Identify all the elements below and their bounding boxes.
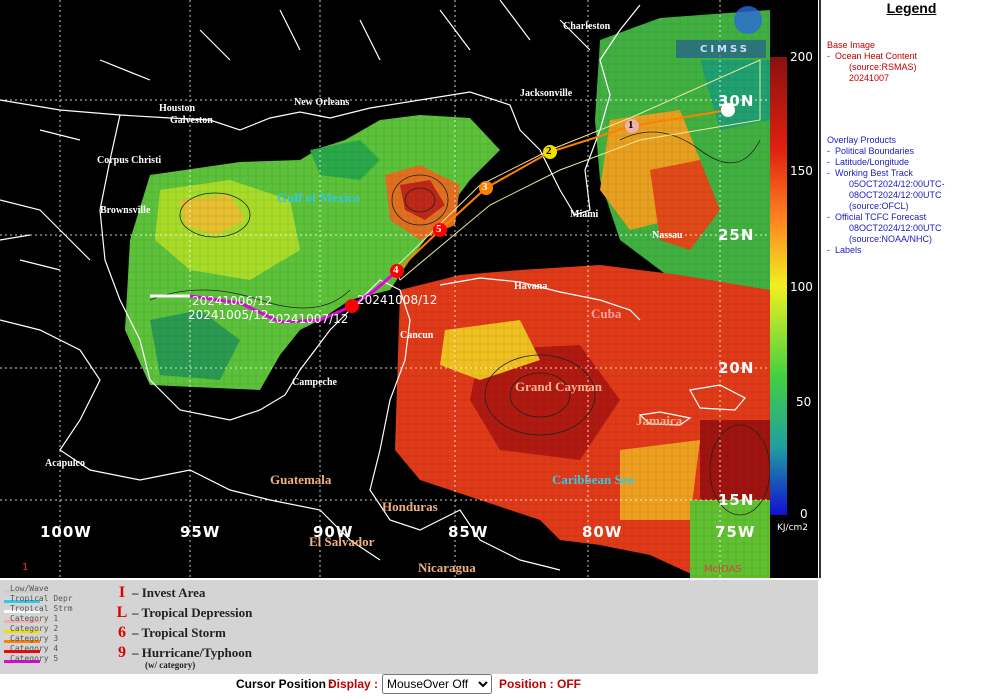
lon-95w: 95W	[180, 523, 221, 541]
display-label: Display :	[328, 677, 379, 691]
legend-overlay-heading: Overlay Products	[827, 135, 897, 145]
city-acapulco: Acapulco	[45, 458, 85, 469]
legend-forecast-item: Official TCFC Forecast	[835, 212, 927, 222]
region-grand-cayman: Grand Cayman	[515, 379, 603, 394]
city-nassau: Nassau	[652, 230, 683, 241]
legend-base-section: Base Image - Ocean Heat Content (source:…	[827, 40, 918, 83]
storm-icon: 6	[118, 624, 126, 641]
legend-forecast-time: 08OCT2024/12:00UTC	[849, 223, 942, 233]
lat-25n: 25N	[718, 226, 755, 244]
legend-panel: Legend Base Image - Ocean Heat Content (…	[819, 0, 1000, 578]
lat-15n: 15N	[718, 491, 755, 509]
forecast-point-1: 1	[628, 119, 634, 131]
legend-overlay-best-track: Working Best Track	[835, 168, 913, 178]
track-date-20241005: 20241005/12	[188, 308, 269, 322]
lon-100w: 100W	[40, 523, 92, 541]
city-galveston: Galveston	[170, 115, 213, 126]
city-new-orleans: New Orleans	[294, 97, 350, 108]
legend-overlay-latlon: Latitude/Longitude	[835, 157, 910, 167]
symbol-ts-label: – Tropical Storm	[132, 625, 226, 640]
track-label-cat4: Category 4	[10, 644, 59, 653]
lat-20n: 20N	[718, 359, 755, 377]
colorbar-unit: KJ/cm2	[777, 523, 809, 533]
forecast-point-5: 5	[436, 223, 442, 235]
city-cancun: Cancun	[400, 330, 434, 341]
city-havana: Havana	[514, 281, 548, 292]
city-corpus-christi: Corpus Christi	[97, 155, 162, 166]
map-graphics	[0, 0, 818, 578]
track-label-td: Tropical Depr	[10, 594, 73, 603]
legend-best-track-source: (source:OFCL)	[849, 201, 909, 211]
ohc-map[interactable]: 5 3 2 1 4 Charleston Houston Galveston N…	[0, 0, 818, 578]
symbol-invest: I – Invest Area	[112, 584, 206, 602]
legend-base-date: 20241007	[849, 73, 890, 83]
city-jacksonville: Jacksonville	[520, 88, 573, 99]
lon-85w: 85W	[448, 523, 489, 541]
region-cuba: Cuba	[591, 306, 622, 321]
city-campeche: Campeche	[292, 377, 337, 388]
lon-90w: 90W	[313, 523, 354, 541]
legend-best-track-range-end: 08OCT2024/12:00UTC	[849, 190, 942, 200]
track-label-ts: Tropical Strm	[10, 604, 73, 613]
symbol-invest-label: – Invest Area	[132, 585, 206, 600]
region-caribbean-sea: Caribbean Sea	[552, 472, 634, 487]
cimss-label: CIMSS	[700, 44, 750, 55]
symbol-note: (w/ category)	[145, 660, 196, 670]
symbol-td: L – Tropical Depression	[112, 604, 253, 622]
city-brownsville: Brownsville	[100, 205, 151, 216]
legend-base-item: Ocean Heat Content	[835, 51, 918, 61]
lon-75w: 75W	[715, 523, 756, 541]
legend-labels-item: Labels	[835, 245, 862, 255]
track-date-20241008: 20241008/12	[357, 293, 438, 307]
status-bar: Cursor Position : Display : MouseOver Of…	[0, 674, 1000, 698]
region-honduras: Honduras	[382, 499, 438, 514]
position-readout: Position : OFF	[499, 677, 581, 691]
city-houston: Houston	[159, 103, 196, 114]
region-jamaica: Jamaica	[636, 413, 683, 428]
track-label-low: Low/Wave	[10, 584, 49, 593]
display-mode-select[interactable]: MouseOver Off	[382, 674, 492, 694]
legend-best-track-range-start: 05OCT2024/12:00UTC-	[849, 179, 945, 189]
colorbar-tick-0: 0	[800, 507, 808, 521]
legend-base-heading: Base Image	[827, 40, 876, 50]
colorbar	[770, 57, 787, 515]
symbol-ts: 6 – Tropical Storm	[112, 624, 226, 642]
symbol-td-label: – Tropical Depression	[132, 605, 253, 620]
region-guatemala: Guatemala	[270, 472, 332, 487]
invest-icon: I	[118, 584, 126, 601]
symbol-hurricane-label: – Hurricane/Typhoon	[132, 645, 253, 660]
hurricane-icon: 9	[118, 644, 126, 661]
legend-overlay-boundaries: Political Boundaries	[835, 146, 915, 156]
lon-80w: 80W	[582, 523, 623, 541]
cursor-position-label: Cursor Position :	[236, 677, 334, 691]
region-gulf-of-mexico: Gulf of Mexico	[277, 190, 361, 205]
mcidas-label: McIDAS	[704, 564, 742, 575]
forecast-point-4: 4	[393, 264, 399, 276]
city-charleston: Charleston	[563, 21, 611, 32]
colorbar-tick-150: 150	[790, 164, 813, 178]
track-legend-panel: Low/Wave Tropical Depr Tropical Strm Cat…	[0, 580, 818, 674]
track-label-cat5: Category 5	[10, 654, 59, 663]
legend-forecast-source: (source:NOAA/NHC)	[849, 234, 933, 244]
depression-icon: L	[116, 604, 128, 621]
region-nicaragua: Nicaragua	[418, 560, 476, 575]
colorbar-tick-100: 100	[790, 280, 813, 294]
legend-overlay-section: Overlay Products - Political Boundaries …	[827, 135, 945, 255]
track-date-20241007: 20241007/12	[268, 312, 349, 326]
track-label-cat3: Category 3	[10, 634, 59, 643]
track-label-cat1: Category 1	[10, 614, 59, 623]
city-miami: Miami	[570, 209, 599, 220]
frame-number: 1	[22, 562, 29, 573]
lat-30n: 30N	[718, 92, 755, 110]
colorbar-tick-200: 200	[790, 50, 813, 64]
forecast-point-3: 3	[482, 181, 488, 193]
legend-title: Legend	[886, 0, 937, 16]
forecast-point-2: 2	[546, 145, 552, 157]
track-label-cat2: Category 2	[10, 624, 59, 633]
legend-base-source: (source:RSMAS)	[849, 62, 917, 72]
colorbar-tick-50: 50	[796, 395, 812, 409]
track-date-20241006: 20241006/12	[192, 294, 273, 308]
